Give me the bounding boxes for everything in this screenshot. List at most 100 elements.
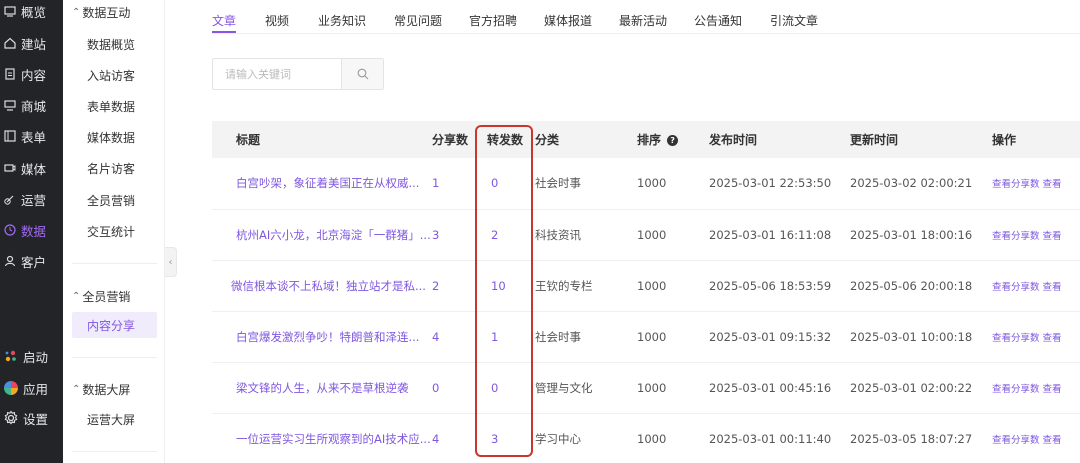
article-title-link[interactable]: 杭州AI六小龙，北京海淀「一群猪」... — [212, 209, 432, 260]
subnav-item[interactable]: 数据概览 — [72, 31, 157, 57]
chevron-up-icon: ⌃ — [72, 7, 81, 18]
view-link[interactable]: 查看 — [1043, 179, 1062, 190]
view-shares-link[interactable]: 查看分享数 — [992, 333, 1040, 344]
article-title-link[interactable]: 白宫吵架，象征着美国正在从权威... — [212, 158, 432, 209]
actions-cell: 查看分享数 查看 — [992, 260, 1080, 311]
rail-item-data[interactable]: 数据 — [0, 216, 63, 244]
order-cell: 1000 — [637, 380, 667, 395]
rail-label: 表单 — [21, 129, 47, 145]
subnav-item[interactable]: 入站访客 — [72, 62, 157, 88]
divider — [72, 357, 157, 358]
view-link[interactable]: 查看 — [1043, 282, 1062, 293]
launch-icon — [3, 348, 19, 364]
rail-item-settings[interactable]: 设置 — [0, 404, 63, 432]
table-row: 一位运营实习生所观察到的AI技术应... 4 3 学习中心 1000 2025-… — [212, 413, 1080, 463]
link-icon — [3, 192, 17, 206]
view-shares-link[interactable]: 查看分享数 — [992, 282, 1040, 293]
subnav-item[interactable]: 运营大屏 — [72, 406, 157, 432]
article-title-link[interactable]: 白宫爆发激烈争吵！特朗普和泽连... — [212, 311, 432, 362]
tab-video[interactable]: 视频 — [265, 12, 289, 29]
rail-item-customer[interactable]: 客户 — [0, 247, 63, 275]
tab-announcements[interactable]: 公告通知 — [694, 12, 742, 29]
column-header-published: 发布时间 — [709, 133, 758, 147]
chevron-left-icon: ‹ — [168, 256, 173, 268]
tab-faq[interactable]: 常见问题 — [394, 12, 442, 29]
tab-latest-events[interactable]: 最新活动 — [619, 12, 667, 29]
tab-article[interactable]: 文章 — [212, 12, 236, 29]
share-count: 3 — [432, 227, 440, 242]
group-label: 数据大屏 — [82, 383, 131, 397]
subnav-item[interactable]: 交互统计 — [72, 218, 157, 244]
view-shares-link[interactable]: 查看分享数 — [992, 231, 1040, 242]
help-icon[interactable]: ? — [667, 135, 679, 146]
rail-item-launch[interactable]: 启动 — [0, 342, 63, 370]
category-tabs: 文章 视频 业务知识 常见问题 官方招聘 媒体报道 最新活动 公告通知 引流文章 — [212, 0, 1080, 34]
rail-item-media[interactable]: 媒体 — [0, 154, 63, 182]
subnav-item[interactable]: 名片访客 — [72, 155, 157, 181]
order-cell: 1000 — [637, 431, 667, 446]
category-cell: 学习中心 — [535, 431, 581, 446]
search-input[interactable] — [213, 59, 341, 89]
view-shares-link[interactable]: 查看分享数 — [992, 179, 1040, 190]
subnav-item[interactable]: 全员营销 — [72, 187, 157, 213]
article-title-link[interactable]: 梁文锋的人生，从来不是草根逆袭 — [212, 362, 432, 413]
view-shares-link[interactable]: 查看分享数 — [992, 435, 1040, 446]
media-icon — [3, 161, 17, 175]
collapse-sidebar-button[interactable]: ‹ — [165, 247, 177, 277]
published-cell: 2025-03-01 22:53:50 — [709, 176, 832, 191]
article-title-link[interactable]: 微信根本谈不上私域！独立站才是私... — [212, 260, 432, 311]
subnav-item[interactable]: 媒体数据 — [72, 124, 157, 150]
rail-label: 启动 — [23, 349, 49, 365]
forward-count: 0 — [491, 176, 499, 191]
share-count: 4 — [432, 329, 440, 344]
published-cell: 2025-03-01 09:15:32 — [709, 329, 832, 344]
search-icon — [357, 68, 368, 80]
updated-cell: 2025-03-01 10:00:18 — [850, 329, 973, 344]
view-link[interactable]: 查看 — [1043, 435, 1062, 446]
shop-icon — [3, 98, 17, 112]
rail-label: 运营 — [21, 192, 47, 208]
column-header-forwards: 转发数 — [487, 133, 524, 147]
view-link[interactable]: 查看 — [1043, 333, 1062, 344]
order-cell: 1000 — [637, 278, 667, 293]
order-cell: 1000 — [637, 227, 667, 242]
rail-label: 设置 — [23, 411, 49, 427]
tab-media-reports[interactable]: 媒体报道 — [544, 12, 592, 29]
share-count: 1 — [432, 176, 440, 191]
order-label: 排序 — [637, 133, 662, 147]
rail-item-form[interactable]: 表单 — [0, 122, 63, 150]
app-icon — [3, 380, 19, 396]
rail-item-overview[interactable]: 概览 — [0, 0, 63, 25]
tab-traffic-articles[interactable]: 引流文章 — [770, 12, 818, 29]
rail-item-operation[interactable]: 运营 — [0, 185, 63, 213]
category-cell: 科技资讯 — [535, 227, 581, 242]
rail-item-apps[interactable]: 应用 — [0, 374, 63, 402]
column-header-order[interactable]: 排序? — [637, 121, 709, 158]
article-title-link[interactable]: 一位运营实习生所观察到的AI技术应... — [212, 413, 432, 463]
view-link[interactable]: 查看 — [1043, 384, 1062, 395]
table-row: 杭州AI六小龙，北京海淀「一群猪」... 3 2 科技资讯 1000 2025-… — [212, 209, 1080, 260]
chevron-up-icon: ⌃ — [72, 291, 81, 302]
rail-label: 应用 — [23, 381, 49, 397]
home-icon — [3, 36, 17, 50]
share-count: 2 — [432, 278, 440, 293]
tab-recruitment[interactable]: 官方招聘 — [469, 12, 517, 29]
rail-label: 数据 — [21, 223, 47, 239]
app-root: 概览 建站 内容 商城 表单 媒体 运营 数据 客户 启动 应用 设置 ⌃ 数据… — [0, 0, 1080, 463]
view-link[interactable]: 查看 — [1043, 231, 1062, 242]
subnav-item[interactable]: 表单数据 — [72, 93, 157, 119]
group-toggle-data-screen[interactable]: ⌃ 数据大屏 — [72, 381, 130, 398]
table-row: 微信根本谈不上私域！独立站才是私... 2 10 王钦的专栏 1000 2025… — [212, 260, 1080, 311]
rail-item-content[interactable]: 内容 — [0, 60, 63, 88]
tab-business-knowledge[interactable]: 业务知识 — [318, 12, 366, 29]
group-label: 全员营销 — [82, 290, 131, 304]
rail-label: 内容 — [21, 67, 47, 83]
group-toggle-data-interaction[interactable]: ⌃ 数据互动 — [72, 4, 130, 21]
rail-item-site[interactable]: 建站 — [0, 29, 63, 57]
view-shares-link[interactable]: 查看分享数 — [992, 384, 1040, 395]
actions-cell: 查看分享数 查看 — [992, 413, 1080, 463]
group-toggle-all-staff-marketing[interactable]: ⌃ 全员营销 — [72, 288, 130, 305]
search-button[interactable] — [341, 59, 383, 89]
subnav-item-content-share[interactable]: 内容分享 — [72, 312, 157, 338]
rail-item-shop[interactable]: 商城 — [0, 91, 63, 119]
